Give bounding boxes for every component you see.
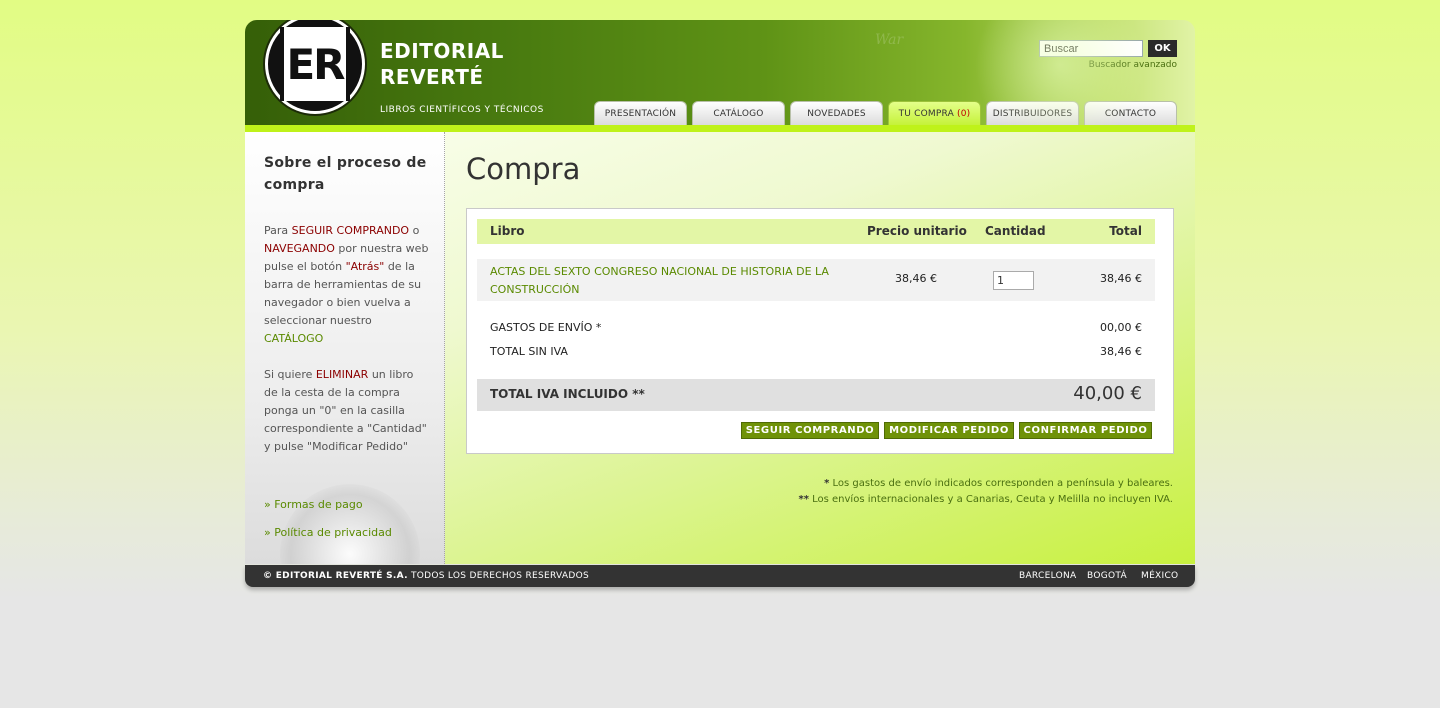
book-title-line: ACTAS DEL SEXTO CONGRESO NACIONAL DE HIS… — [490, 265, 829, 278]
cart-table: Libro Precio unitario Cantidad Total ACT… — [466, 208, 1174, 454]
logo[interactable]: ER — [265, 20, 365, 114]
logo-text: ER — [280, 27, 350, 101]
atras-label: "Atrás" — [345, 260, 385, 273]
copyright-text: TODOS LOS DERECHOS RESERVADOS — [407, 571, 590, 581]
grand-total-row: TOTAL IVA INCLUIDO ** 40,00 € — [477, 379, 1155, 411]
unit-price: 38,46 € — [895, 272, 937, 285]
column-quantity: Cantidad — [985, 224, 1046, 238]
tab-label: CATÁLOGO — [713, 109, 764, 119]
note-text: Los envíos internacionales y a Canarias,… — [808, 494, 1173, 505]
quantity-input[interactable] — [993, 271, 1034, 290]
table-header: Libro Precio unitario Cantidad Total — [477, 219, 1155, 244]
tab-presentacion[interactable]: PRESENTACIÓN — [594, 101, 687, 125]
subtotal-value: 38,46 € — [1100, 345, 1142, 358]
copyright-company: © EDITORIAL REVERTÉ S.A. — [263, 571, 408, 581]
shipping-value: 00,00 € — [1100, 321, 1142, 334]
note-marker: ** — [798, 494, 809, 505]
grand-total-value: 40,00 € — [1073, 383, 1142, 404]
city-bogota-link[interactable]: BOGOTÁ — [1087, 571, 1127, 581]
text: Para — [264, 224, 292, 237]
sidebar: Sobre el proceso de compra Para SEGUIR C… — [245, 132, 445, 564]
page-title: Compra — [466, 152, 581, 186]
tab-novedades[interactable]: NOVEDADES — [790, 101, 883, 125]
book-title-line: CONSTRUCCIÓN — [490, 283, 580, 296]
search-button[interactable]: OK — [1148, 40, 1177, 57]
city-mexico-link[interactable]: MÉXICO — [1141, 571, 1178, 581]
navegando-link[interactable]: NAVEGANDO — [264, 242, 335, 255]
content-area: Sobre el proceso de compra Para SEGUIR C… — [245, 132, 1195, 564]
brand-line-2: REVERTÉ — [380, 65, 484, 89]
modificar-pedido-button[interactable]: MODIFICAR PEDIDO — [884, 422, 1014, 439]
shipping-row: GASTOS DE ENVÍO * 00,00 € — [477, 319, 1155, 339]
tab-label: DISTRIBUIDORES — [992, 109, 1073, 119]
tab-label: CONTACTO — [1104, 109, 1157, 119]
sidebar-paragraph-navigation: Para SEGUIR COMPRANDO o NAVEGANDO por nu… — [264, 222, 429, 348]
tab-tu-compra[interactable]: TU COMPRA (0) — [888, 101, 981, 125]
brand-line-1: EDITORIAL — [380, 39, 504, 63]
column-total: Total — [1109, 224, 1142, 238]
confirmar-pedido-button[interactable]: CONFIRMAR PEDIDO — [1019, 422, 1152, 439]
table-row: ACTAS DEL SEXTO CONGRESO NACIONAL DE HIS… — [477, 259, 1155, 301]
text: o — [409, 224, 420, 237]
tab-label: TU COMPRA — [898, 109, 954, 119]
city-barcelona-link[interactable]: BARCELONA — [1019, 571, 1076, 581]
tab-catalogo[interactable]: CATÁLOGO — [692, 101, 785, 125]
grand-total-label: TOTAL IVA INCLUIDO ** — [490, 387, 645, 401]
tab-contacto[interactable]: CONTACTO — [1084, 101, 1177, 125]
book-decoration — [280, 484, 420, 564]
brand-tagline: LIBROS CIENTÍFICOS Y TÉCNICOS — [380, 105, 544, 115]
header-divider — [245, 125, 1195, 132]
seguir-comprando-link[interactable]: SEGUIR COMPRANDO — [292, 224, 409, 237]
note-text: Los gastos de envío indicados correspond… — [829, 478, 1174, 489]
subtotal-label: TOTAL SIN IVA — [490, 345, 568, 358]
header: War ER EDITORIAL REVERTÉ LIBROS CIENTÍFI… — [245, 20, 1195, 125]
tab-label: PRESENTACIÓN — [604, 109, 677, 119]
cart-count-badge: (0) — [957, 109, 971, 119]
eliminar-label: ELIMINAR — [315, 368, 369, 381]
text: Si quiere — [264, 368, 316, 381]
shipping-note: * Los gastos de envío indicados correspo… — [824, 478, 1173, 489]
subtotal-row: TOTAL SIN IVA 38,46 € — [477, 343, 1155, 363]
catalogo-link[interactable]: CATÁLOGO — [264, 332, 323, 345]
brand-name: EDITORIAL REVERTÉ — [380, 38, 504, 90]
copyright: © EDITORIAL REVERTÉ S.A. TODOS LOS DEREC… — [263, 571, 589, 581]
formas-de-pago-link[interactable]: » Formas de pago — [264, 498, 363, 511]
shipping-label: GASTOS DE ENVÍO * — [490, 321, 602, 334]
international-note: ** Los envíos internacionales y a Canari… — [798, 494, 1173, 505]
header-decoration: War — [875, 32, 904, 48]
politica-privacidad-link[interactable]: » Política de privacidad — [264, 526, 392, 539]
book-title-link[interactable]: ACTAS DEL SEXTO CONGRESO NACIONAL DE HIS… — [490, 263, 829, 299]
column-unit-price: Precio unitario — [867, 224, 967, 238]
seguir-comprando-button[interactable]: SEGUIR COMPRANDO — [741, 422, 879, 439]
sidebar-title: Sobre el proceso de compra — [264, 155, 427, 193]
site-container: War ER EDITORIAL REVERTÉ LIBROS CIENTÍFI… — [245, 20, 1195, 588]
sidebar-paragraph-remove: Si quiere ELIMINAR un libro de la cesta … — [264, 366, 429, 456]
tab-distribuidores[interactable]: DISTRIBUIDORES — [986, 101, 1079, 125]
search-input[interactable] — [1039, 40, 1143, 57]
main-nav: PRESENTACIÓN CATÁLOGO NOVEDADES TU COMPR… — [594, 101, 1177, 125]
row-total: 38,46 € — [1100, 272, 1142, 285]
advanced-search-link[interactable]: Buscador avanzado — [1065, 60, 1177, 70]
column-book: Libro — [490, 224, 525, 238]
tab-label: NOVEDADES — [807, 109, 866, 119]
footer: © EDITORIAL REVERTÉ S.A. TODOS LOS DEREC… — [245, 565, 1195, 587]
